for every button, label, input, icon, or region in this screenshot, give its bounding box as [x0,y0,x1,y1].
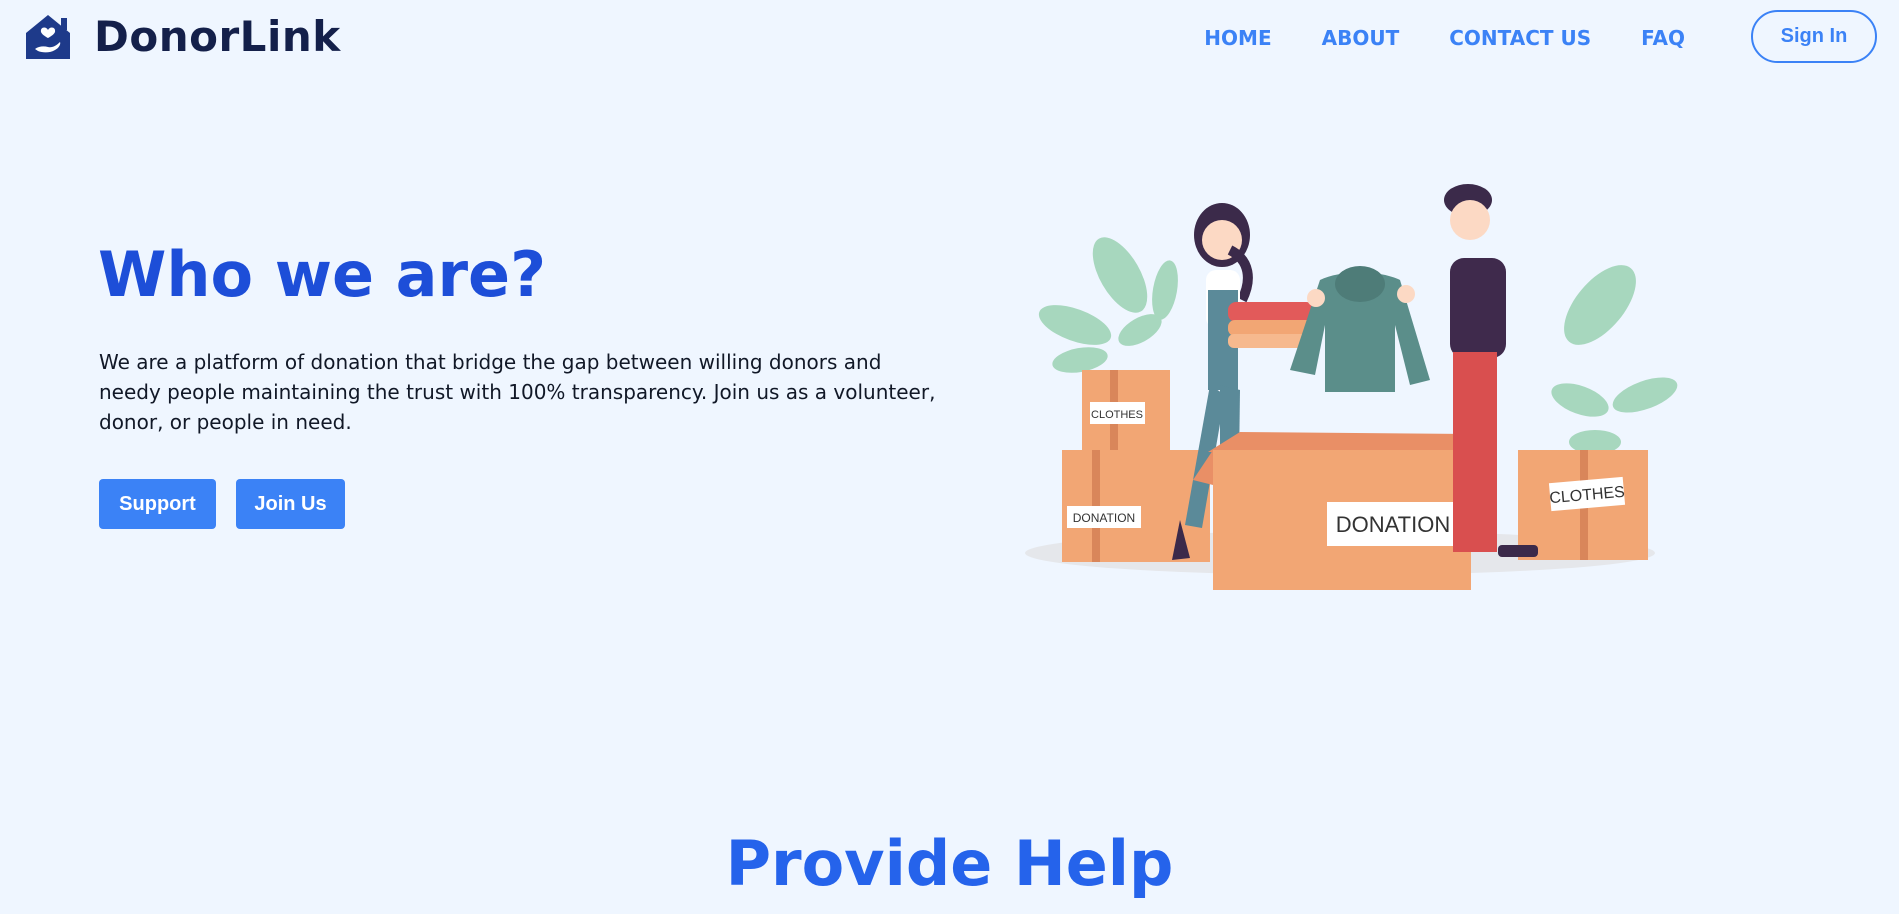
brand-name: DonorLink [94,12,341,61]
hero-title: Who we are? [98,238,547,311]
nav-about[interactable]: ABOUT [1322,26,1400,50]
box-label-clothes-left: CLOTHES [1091,409,1143,421]
nav-links: HOME ABOUT CONTACT US FAQ [1154,26,1685,50]
box-label-donation-main: DONATION [1336,512,1450,537]
nav-contact-us[interactable]: CONTACT US [1449,26,1591,50]
join-us-button[interactable]: Join Us [236,479,345,529]
provide-help-title: Provide Help [725,827,1174,900]
brand-logo[interactable]: DonorLink [24,12,341,61]
support-button[interactable]: Support [99,479,216,529]
hero-description: We are a platform of donation that bridg… [99,350,936,434]
top-navbar: DonorLink HOME ABOUT CONTACT US FAQ Sign… [0,0,1899,76]
nav-home[interactable]: HOME [1204,26,1271,50]
sign-in-button[interactable]: Sign In [1751,10,1877,63]
nav-faq[interactable]: FAQ [1641,26,1685,50]
box-label-donation-left: DONATION [1073,511,1135,525]
home-heart-icon [26,14,70,59]
donation-illustration: CLOTHES DONATION CLOTHES DONATION [1025,184,1678,590]
